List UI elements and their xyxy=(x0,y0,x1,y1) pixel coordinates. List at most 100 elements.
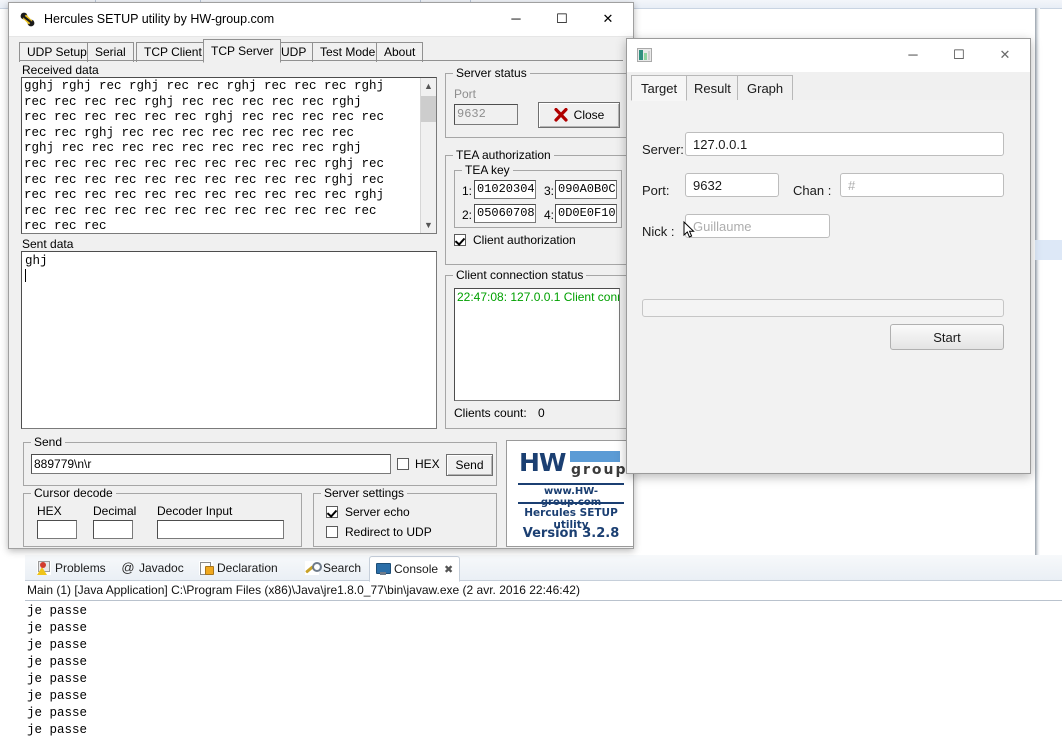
console-tab-bar: Problems @ Javadoc Declaration Search Co… xyxy=(25,555,1062,582)
minimize-button[interactable]: ─ xyxy=(890,39,936,70)
redirect-udp-label: Redirect to UDP xyxy=(345,525,432,539)
tab-label: Problems xyxy=(55,561,106,575)
chan-label: Chan : xyxy=(793,183,832,198)
tab-search[interactable]: Search xyxy=(299,557,367,579)
send-button[interactable]: Send xyxy=(446,454,493,476)
tab-label: Result xyxy=(694,81,731,96)
tab-problems[interactable]: Problems xyxy=(31,557,112,579)
redirect-udp-checkbox[interactable] xyxy=(326,526,338,538)
scroll-up-icon[interactable]: ▲ xyxy=(421,78,436,93)
tab-label: Search xyxy=(323,561,362,575)
problems-icon xyxy=(37,561,51,575)
tab-label: About xyxy=(384,45,416,59)
java-title-bar[interactable]: ─ ☐ ✕ xyxy=(627,39,1030,73)
tab-about[interactable]: About xyxy=(376,42,424,62)
server-settings-legend: Server settings xyxy=(321,486,408,500)
scroll-thumb[interactable] xyxy=(421,96,436,122)
tab-serial[interactable]: Serial xyxy=(87,42,134,62)
tab-graph[interactable]: Graph xyxy=(737,75,794,100)
client-connection-log[interactable]: 22:47:08: 127.0.0.1 Client connecte xyxy=(454,288,620,401)
javadoc-icon: @ xyxy=(121,560,135,575)
decoder-input-label: Decoder Input xyxy=(157,504,233,518)
console-output[interactable]: je passe je passe je passe je passe je p… xyxy=(27,603,1057,748)
scroll-down-icon[interactable]: ▼ xyxy=(421,217,436,232)
cursor-decode-legend: Cursor decode xyxy=(31,486,116,500)
console-divider xyxy=(25,600,1062,601)
sent-data-box[interactable]: ghj xyxy=(21,251,437,429)
logo-hw-text: HW xyxy=(519,448,566,477)
tab-label: UDP xyxy=(281,45,307,59)
close-server-button[interactable]: Close xyxy=(538,102,620,128)
nick-input[interactable]: Guillaume xyxy=(685,214,830,238)
chan-input[interactable]: # xyxy=(840,173,1004,197)
tab-tcp-client[interactable]: TCP Client xyxy=(136,42,210,62)
decoder-input[interactable] xyxy=(157,520,284,539)
console-line: je passe xyxy=(27,621,88,635)
server-echo-checkbox[interactable] xyxy=(326,506,338,518)
cursor-hex-input[interactable] xyxy=(37,520,77,539)
red-x-icon xyxy=(554,108,568,122)
tab-target[interactable]: Target xyxy=(631,75,688,101)
sent-data-label: Sent data xyxy=(22,237,74,251)
tab-javadoc[interactable]: @ Javadoc xyxy=(115,557,190,579)
java-app-icon xyxy=(637,48,652,62)
cursor-decimal-input[interactable] xyxy=(93,520,133,539)
console-line: je passe xyxy=(27,655,88,669)
port-input[interactable]: 9632 xyxy=(454,104,518,125)
received-data-label: Received data xyxy=(22,63,99,77)
close-button[interactable]: ✕ xyxy=(585,3,631,34)
declaration-icon xyxy=(199,561,214,575)
send-legend: Send xyxy=(31,435,66,449)
maximize-button[interactable]: ☐ xyxy=(936,39,982,70)
send-input[interactable]: 889779\n\r xyxy=(31,454,391,474)
tea-authorization-group: TEA authorization TEA key 1: 01020304 2:… xyxy=(445,148,629,265)
client-connection-status-group: Client connection status 22:47:08: 127.0… xyxy=(445,268,629,429)
start-button[interactable]: Start xyxy=(890,324,1004,350)
tab-console[interactable]: Console ✖ xyxy=(369,556,461,582)
received-data-scrollbar[interactable]: ▲ ▼ xyxy=(420,78,436,233)
port-input[interactable]: 9632 xyxy=(685,173,779,197)
logo-rule xyxy=(518,483,624,485)
tab-label: TCP Server xyxy=(211,44,274,58)
close-button[interactable]: ✕ xyxy=(982,39,1028,70)
tab-udp-setup[interactable]: UDP Setup xyxy=(19,42,95,62)
received-data-box[interactable]: gghj rghj rec rghj rec rec rghj rec rec … xyxy=(21,77,437,234)
console-view: Problems @ Javadoc Declaration Search Co… xyxy=(25,555,1062,750)
client-authorization-checkbox[interactable] xyxy=(454,234,466,246)
search-icon xyxy=(305,561,322,575)
console-line: je passe xyxy=(27,689,88,703)
nick-label: Nick : xyxy=(642,224,675,239)
server-label: Server: xyxy=(642,142,684,157)
minimize-button[interactable]: ─ xyxy=(493,3,539,34)
tab-declaration[interactable]: Declaration xyxy=(193,557,284,579)
logo-group-text: group xyxy=(571,462,628,478)
client-connection-legend: Client connection status xyxy=(453,268,587,282)
tea-key-4-input[interactable]: 0D0E0F10 xyxy=(555,204,617,223)
clients-count-label: Clients count: xyxy=(454,406,527,420)
tea-key-legend: TEA key xyxy=(462,163,513,177)
received-data-text: gghj rghj rec rghj rec rec rghj rec rec … xyxy=(24,79,385,234)
maximize-button[interactable]: ☐ xyxy=(539,3,585,34)
tab-result[interactable]: Result xyxy=(684,75,741,100)
cursor-decode-group: Cursor decode HEX Decimal Decoder Input xyxy=(23,486,302,547)
tea-key-3-input[interactable]: 090A0B0C xyxy=(555,180,617,199)
hercules-title-bar[interactable]: Hercules SETUP utility by HW-group.com ─… xyxy=(9,3,633,37)
tab-label: Test Mode xyxy=(320,45,376,59)
progress-bar xyxy=(642,299,1004,317)
clients-count-value: 0 xyxy=(538,406,545,420)
tab-label: Javadoc xyxy=(139,561,184,575)
tea-key-1-input[interactable]: 01020304 xyxy=(474,180,536,199)
java-target-panel: Server: 127.0.0.1 Port: 9632 Chan : # Ni… xyxy=(627,100,1030,472)
server-status-legend: Server status xyxy=(453,66,530,80)
tab-label: Target xyxy=(641,81,678,96)
tea-key-2-input[interactable]: 05060708 xyxy=(474,204,536,223)
hex-checkbox[interactable] xyxy=(397,458,409,470)
close-icon[interactable]: ✖ xyxy=(444,563,453,576)
server-input[interactable]: 127.0.0.1 xyxy=(685,132,1004,156)
hw-group-branding: HW group www.HW-group.com Hercules SETUP… xyxy=(506,440,634,547)
server-echo-label: Server echo xyxy=(345,505,410,519)
close-server-label: Close xyxy=(573,108,605,122)
cursor-decimal-label: Decimal xyxy=(93,504,137,518)
tab-tcp-server[interactable]: TCP Server xyxy=(203,39,282,63)
tab-test-mode[interactable]: Test Mode xyxy=(312,42,384,62)
